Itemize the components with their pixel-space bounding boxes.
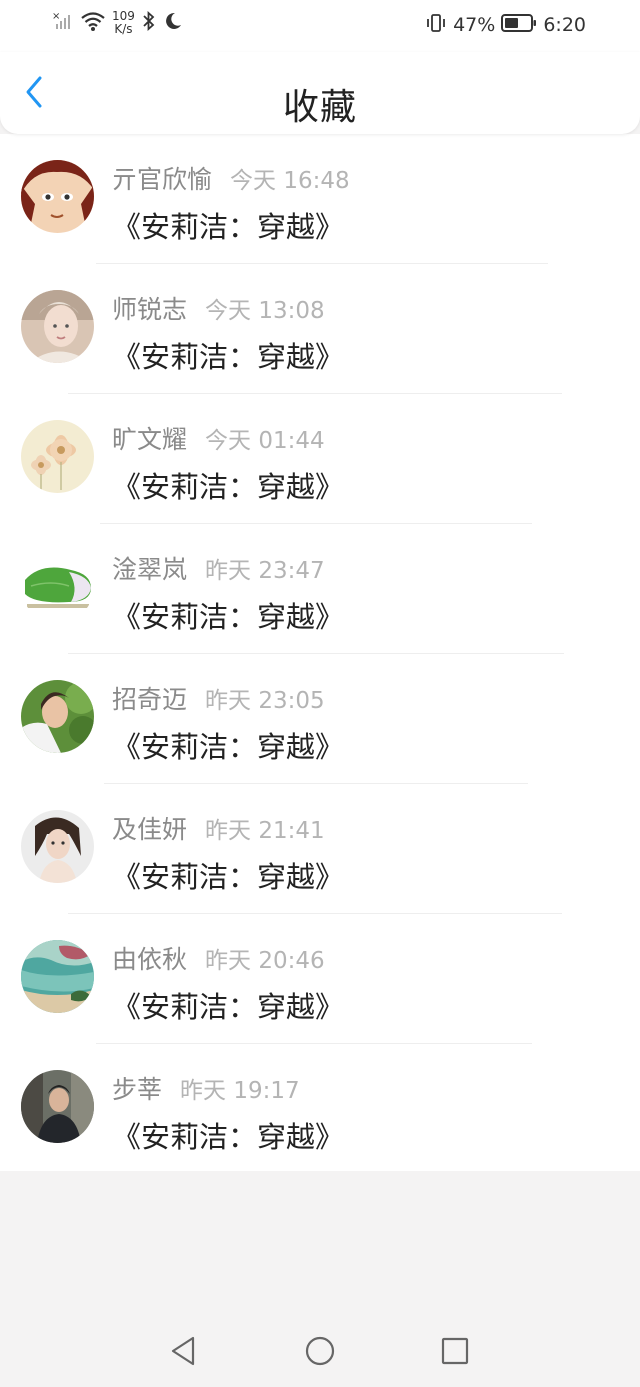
book-title[interactable]: 《安莉洁：穿越》 <box>112 204 344 246</box>
list-item[interactable]: 招奇迈 昨天 23:05 《安莉洁：穿越》 <box>0 654 640 784</box>
author-name: 及佳妍 <box>112 815 188 844</box>
item-meta: 步莘 昨天 19:17 <box>112 1070 300 1106</box>
square-recents-icon <box>440 1336 470 1370</box>
network-speed: 109 K/s <box>112 10 135 36</box>
status-bar: × 109 K/s 47% 6:20 <box>0 0 640 52</box>
circle-home-icon <box>304 1335 336 1371</box>
list-item[interactable]: 淦翠岚 昨天 23:47 《安莉洁：穿越》 <box>0 524 640 654</box>
item-meta: 淦翠岚 昨天 23:47 <box>112 550 325 586</box>
author-name: 淦翠岚 <box>112 555 188 584</box>
book-title[interactable]: 《安莉洁：穿越》 <box>112 334 344 376</box>
clock: 6:20 <box>543 14 586 36</box>
book-title[interactable]: 《安莉洁：穿越》 <box>112 724 344 766</box>
bluetooth-icon <box>141 10 157 36</box>
timestamp: 昨天 19:17 <box>180 1078 300 1104</box>
author-name: 师锐志 <box>112 295 188 324</box>
timestamp: 今天 13:08 <box>205 298 325 324</box>
book-title[interactable]: 《安莉洁：穿越》 <box>112 984 344 1026</box>
status-right: 47% 6:20 <box>425 12 586 38</box>
timestamp: 昨天 23:05 <box>205 688 325 714</box>
moon-icon <box>163 10 183 36</box>
status-left: × 109 K/s <box>52 10 183 36</box>
avatar[interactable] <box>21 160 94 233</box>
app-header: 收藏 <box>0 52 640 134</box>
book-title[interactable]: 《安莉洁：穿越》 <box>112 594 344 636</box>
avatar[interactable] <box>21 680 94 753</box>
item-meta: 亓官欣愉 今天 16:48 <box>112 160 350 196</box>
item-meta: 师锐志 今天 13:08 <box>112 290 325 326</box>
item-meta: 及佳妍 昨天 21:41 <box>112 810 325 846</box>
timestamp: 今天 16:48 <box>230 168 350 194</box>
list-item[interactable]: 及佳妍 昨天 21:41 《安莉洁：穿越》 <box>0 784 640 914</box>
system-nav-bar <box>0 1317 640 1387</box>
list-item[interactable]: 亓官欣愉 今天 16:48 《安莉洁：穿越》 <box>0 134 640 264</box>
timestamp: 今天 01:44 <box>205 428 325 454</box>
battery-icon <box>501 12 537 38</box>
nav-back-button[interactable] <box>165 1335 201 1371</box>
timestamp: 昨天 23:47 <box>205 558 325 584</box>
list-item[interactable]: 师锐志 今天 13:08 《安莉洁：穿越》 <box>0 264 640 394</box>
avatar[interactable] <box>21 290 94 363</box>
book-title[interactable]: 《安莉洁：穿越》 <box>112 1114 344 1156</box>
signal-icon: × <box>52 10 74 36</box>
avatar[interactable] <box>21 1070 94 1143</box>
avatar[interactable] <box>21 810 94 883</box>
author-name: 旷文耀 <box>112 425 188 454</box>
list-item[interactable]: 步莘 昨天 19:17 《安莉洁：穿越》 <box>0 1044 640 1174</box>
timestamp: 昨天 21:41 <box>205 818 325 844</box>
nav-recents-button[interactable] <box>437 1335 473 1371</box>
vibrate-icon <box>425 12 447 38</box>
triangle-back-icon <box>168 1334 198 1372</box>
author-name: 亓官欣愉 <box>112 165 213 194</box>
author-name: 步莘 <box>112 1075 163 1104</box>
list-item[interactable]: 旷文耀 今天 01:44 《安莉洁：穿越》 <box>0 394 640 524</box>
item-meta: 招奇迈 昨天 23:05 <box>112 680 325 716</box>
svg-text:×: × <box>52 11 60 22</box>
favorites-list: 亓官欣愉 今天 16:48 《安莉洁：穿越》 师锐志 今天 13:08 《安莉洁… <box>0 134 640 1171</box>
page-title: 收藏 <box>282 87 357 128</box>
avatar[interactable] <box>21 550 94 623</box>
author-name: 招奇迈 <box>112 685 188 714</box>
nav-home-button[interactable] <box>302 1335 338 1371</box>
author-name: 由依秋 <box>112 945 188 974</box>
avatar[interactable] <box>21 420 94 493</box>
book-title[interactable]: 《安莉洁：穿越》 <box>112 854 344 896</box>
item-meta: 旷文耀 今天 01:44 <box>112 420 325 456</box>
avatar[interactable] <box>21 940 94 1013</box>
book-title[interactable]: 《安莉洁：穿越》 <box>112 464 344 506</box>
speed-unit: K/s <box>114 22 133 36</box>
wifi-icon <box>80 10 106 36</box>
timestamp: 昨天 20:46 <box>205 948 325 974</box>
battery-percent: 47% <box>453 14 496 36</box>
list-item[interactable]: 由依秋 昨天 20:46 《安莉洁：穿越》 <box>0 914 640 1044</box>
item-meta: 由依秋 昨天 20:46 <box>112 940 325 976</box>
